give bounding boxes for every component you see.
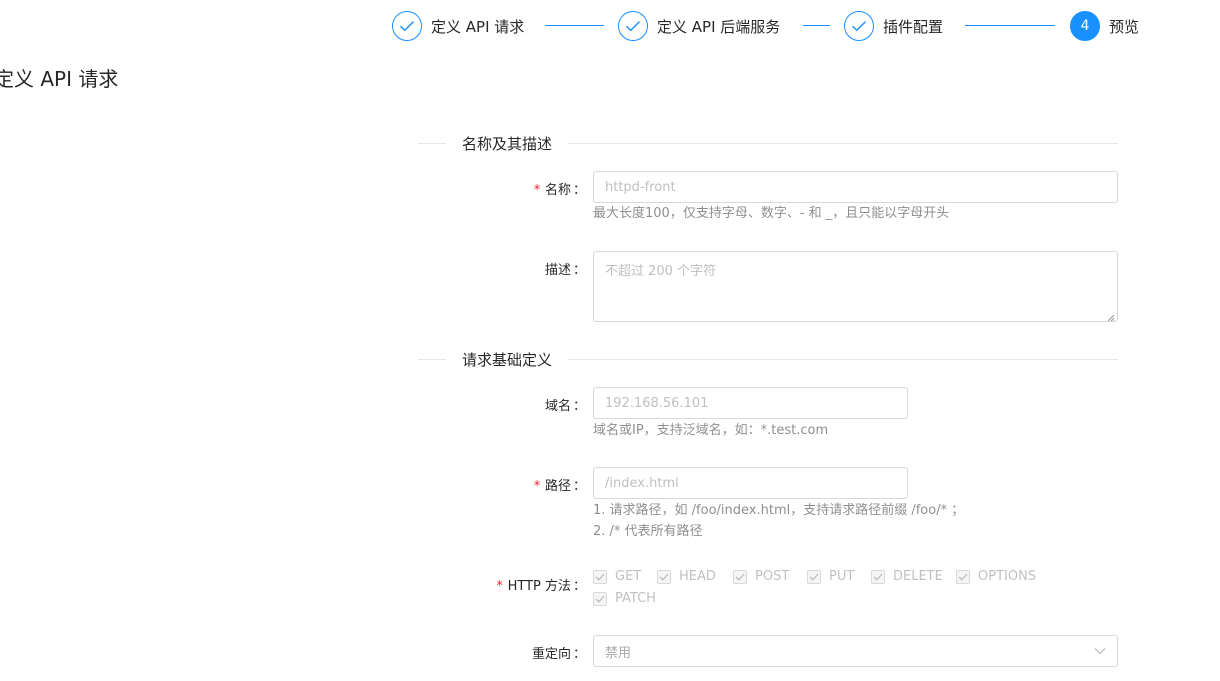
resize-grip-icon[interactable] (1107, 311, 1115, 322)
checkbox-options[interactable]: OPTIONS (956, 569, 1036, 584)
redirect-select[interactable]: 禁用 (593, 635, 1118, 667)
check-icon (593, 591, 607, 606)
section-title: 名称及其描述 (462, 134, 553, 153)
step-connector (965, 25, 1055, 26)
description-label: 描述： (544, 263, 586, 278)
step-2[interactable]: 定义 API 后端服务 (618, 9, 780, 43)
step-3[interactable]: 插件配置 (844, 9, 943, 43)
check-icon (844, 11, 874, 41)
check-icon (733, 569, 747, 584)
description-placeholder: 不超过 200 个字符 (605, 264, 717, 279)
path-help-line1: 1. 请求路径，如 /foo/index.html，支持请求路径前缀 /foo/… (593, 503, 965, 518)
step-4[interactable]: 4 预览 (1070, 9, 1139, 43)
redirect-label: 重定向： (531, 647, 586, 662)
checkbox-patch[interactable]: PATCH (593, 591, 656, 606)
path-help-line2: 2. /* 代表所有路径 (593, 524, 703, 539)
section-divider-request: 请求基础定义 (418, 347, 1118, 371)
step-connector (803, 25, 830, 26)
check-icon (392, 11, 422, 41)
checkbox-head[interactable]: HEAD (657, 569, 716, 584)
step-title: 定义 API 请求 (431, 17, 525, 36)
page: 定义 API 请求 定义 API 后端服务 插件配置 4 预览 定义 API 请… (0, 0, 1220, 681)
check-icon (618, 11, 648, 41)
check-icon (657, 569, 671, 584)
section-title: 请求基础定义 (462, 350, 553, 369)
step-title: 预览 (1109, 17, 1140, 36)
http-method-label: * HTTP 方法： (495, 579, 586, 594)
step-title: 定义 API 后端服务 (657, 17, 781, 36)
path-label: * 路径： (533, 479, 586, 494)
name-input[interactable]: httpd-front (593, 171, 1118, 203)
step-number: 4 (1070, 11, 1100, 41)
checkbox-put[interactable]: PUT (807, 569, 854, 584)
checkbox-delete[interactable]: DELETE (871, 569, 943, 584)
steps-bar: 定义 API 请求 定义 API 后端服务 插件配置 4 预览 (392, 9, 1152, 43)
domain-placeholder: 192.168.56.101 (605, 395, 709, 411)
step-connector (545, 25, 604, 26)
step-title: 插件配置 (883, 17, 944, 36)
check-icon (956, 569, 970, 584)
path-input[interactable]: /index.html (593, 467, 908, 499)
step-1[interactable]: 定义 API 请求 (392, 9, 524, 43)
redirect-value: 禁用 (605, 645, 632, 661)
section-divider-name: 名称及其描述 (418, 131, 1118, 155)
check-icon (871, 569, 885, 584)
description-textarea[interactable]: 不超过 200 个字符 (593, 251, 1118, 322)
page-title: 定义 API 请求 (0, 67, 119, 91)
check-icon (807, 569, 821, 584)
domain-label: 域名： (544, 399, 586, 414)
name-placeholder: httpd-front (605, 179, 676, 195)
chevron-down-icon (1094, 644, 1106, 659)
checkbox-post[interactable]: POST (733, 569, 789, 584)
path-placeholder: /index.html (605, 475, 679, 491)
checkbox-get[interactable]: GET (593, 569, 641, 584)
name-help: 最大长度100，仅支持字母、数字、- 和 _，且只能以字母开头 (593, 206, 950, 221)
domain-input[interactable]: 192.168.56.101 (593, 387, 908, 419)
check-icon (593, 569, 607, 584)
domain-help: 域名或IP，支持泛域名，如：*.test.com (593, 423, 829, 438)
name-label: * 名称： (533, 183, 586, 198)
